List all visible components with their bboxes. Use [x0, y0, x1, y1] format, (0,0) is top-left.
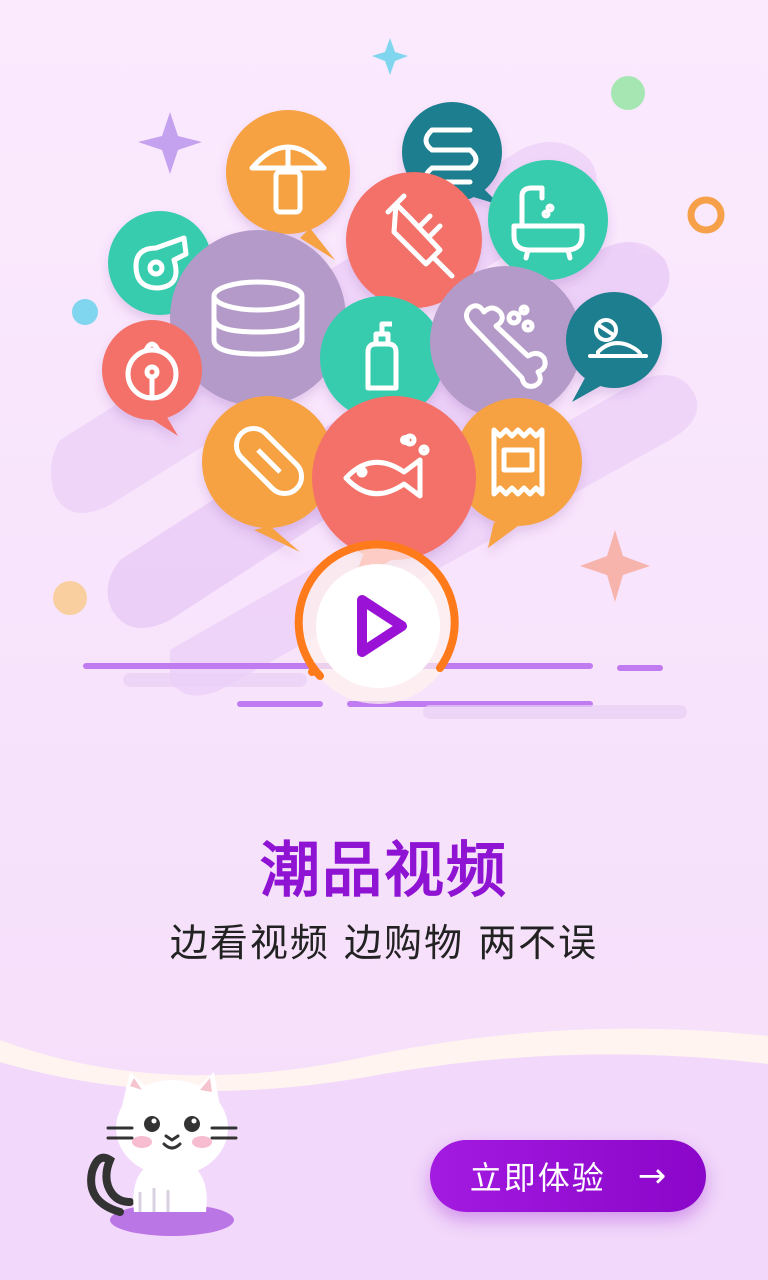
play-button[interactable] — [294, 540, 459, 704]
bubble-dot — [400, 435, 410, 445]
page-title: 潮品视频 — [260, 836, 508, 906]
try-now-button[interactable]: 立即体验 → — [430, 1140, 706, 1212]
arrow-right-icon: → — [637, 1156, 667, 1196]
onboarding-screen: 潮品视频 边看视频 边购物 两不误 立即体验 → — [0, 0, 768, 1280]
try-now-label: 立即体验 — [469, 1159, 606, 1197]
cat-mascot — [87, 1072, 238, 1236]
page-subtitle: 边看视频 边购物 两不误 — [169, 921, 599, 965]
hero-illustration — [51, 38, 725, 719]
